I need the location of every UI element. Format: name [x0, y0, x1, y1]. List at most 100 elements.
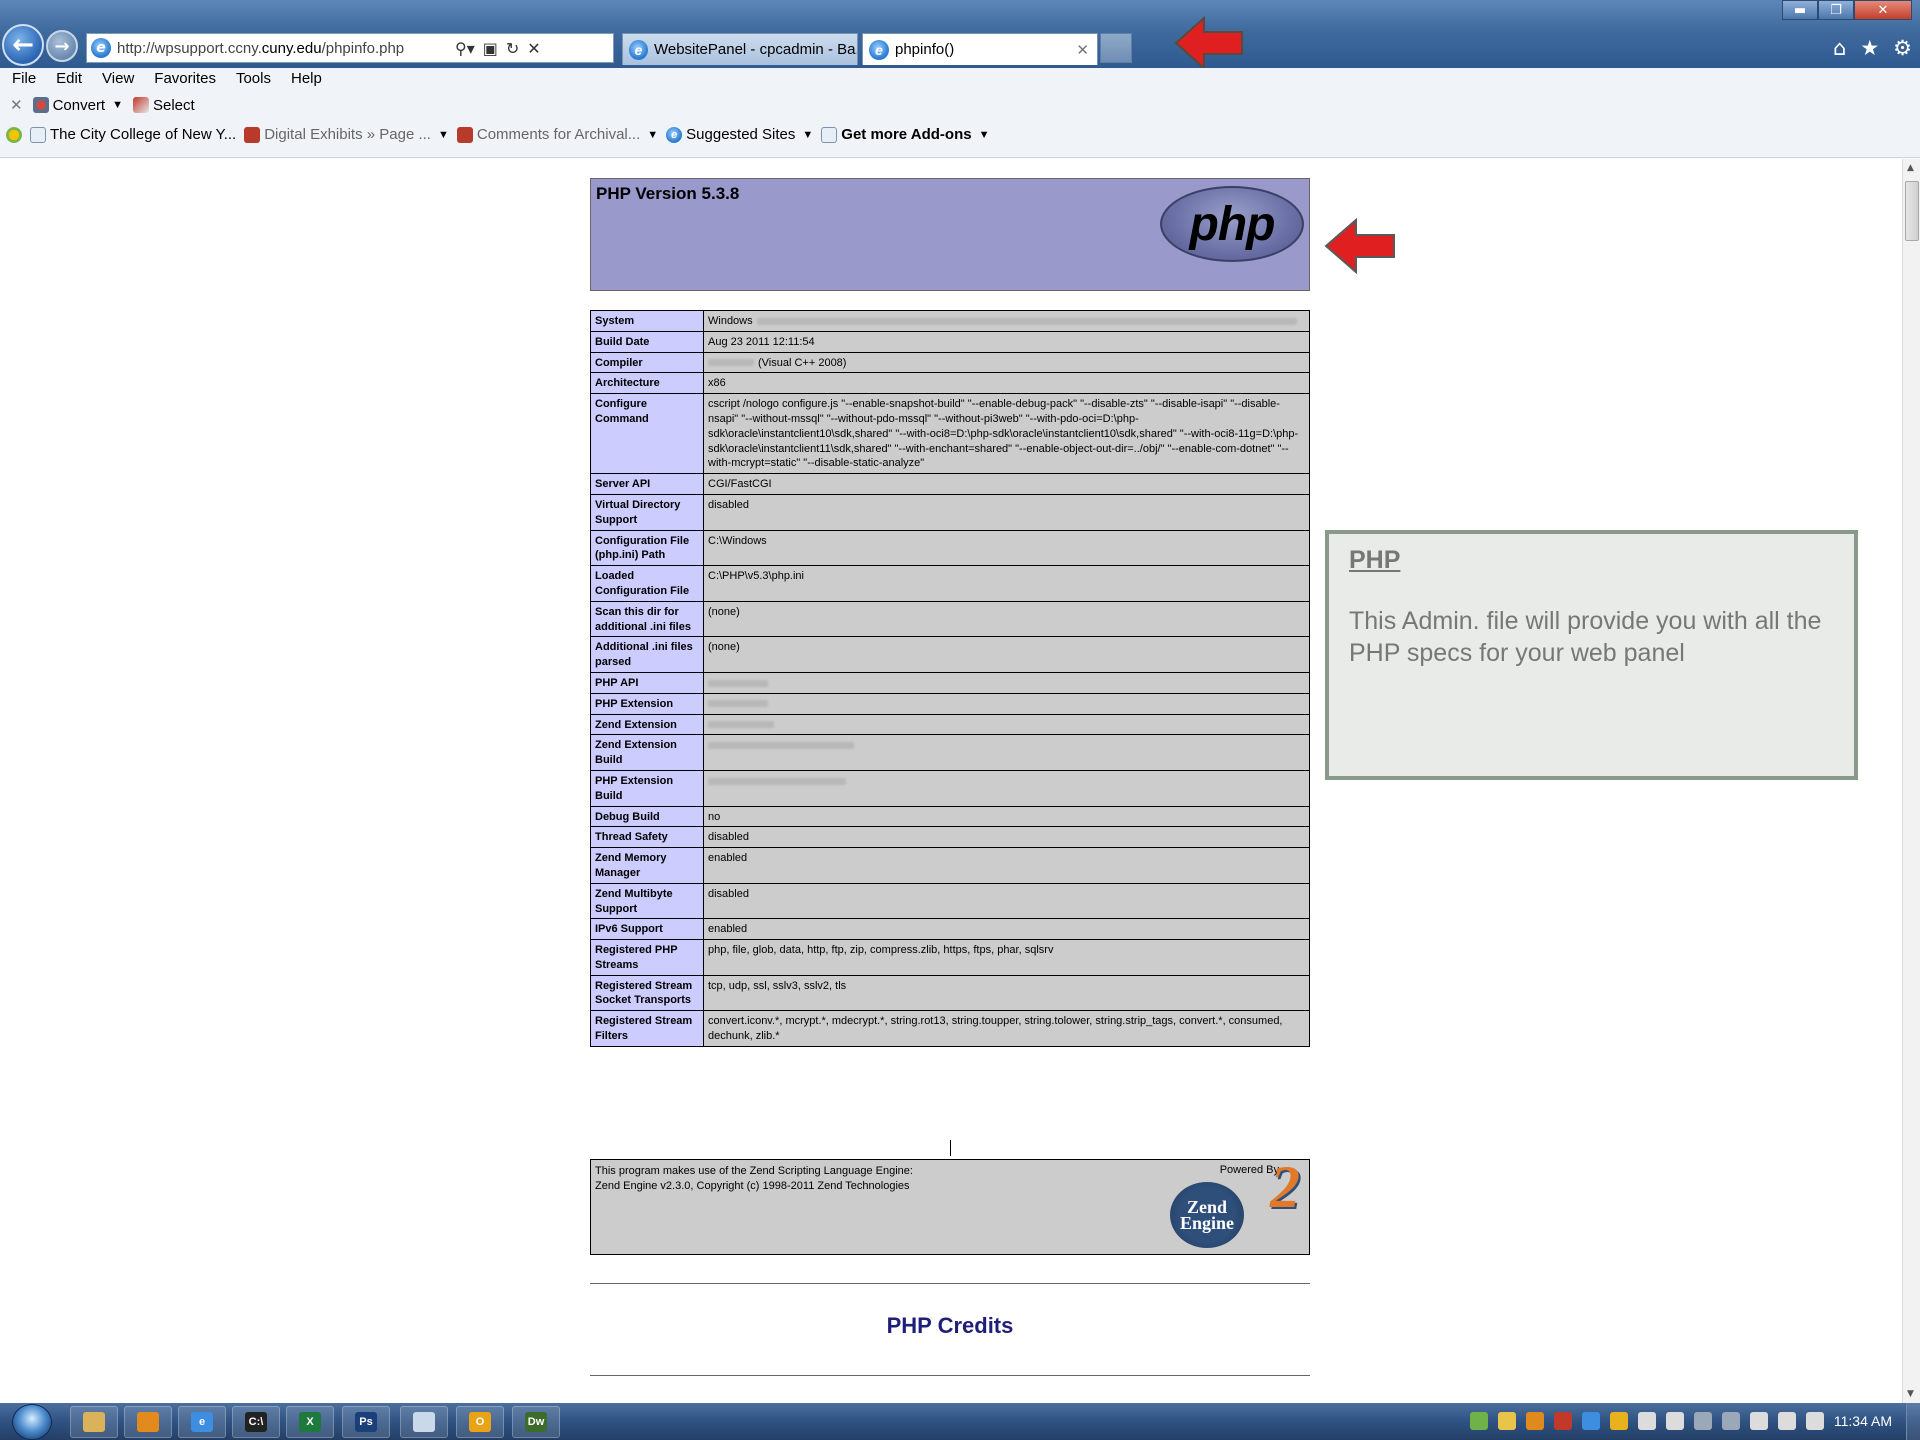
- taskbar-explorer-app[interactable]: [70, 1406, 118, 1438]
- new-tab-button[interactable]: [1100, 33, 1132, 63]
- table-row: Zend Extension Build: [590, 734, 1310, 771]
- divider: [590, 1375, 1310, 1376]
- search-icon[interactable]: [1582, 1412, 1600, 1430]
- speaker-icon[interactable]: [1778, 1412, 1796, 1430]
- convert-button[interactable]: Convert ▼: [32, 97, 123, 114]
- dreamweaver-icon: Dw: [525, 1412, 547, 1432]
- taskbar-excel-app[interactable]: X: [286, 1406, 334, 1438]
- taskbar-media-player-app[interactable]: [124, 1406, 172, 1438]
- row-key: Build Date: [590, 330, 704, 353]
- redacted-text: [708, 359, 754, 367]
- tab-websitepanel[interactable]: e WebsitePanel - cpcadmin - Ba...: [622, 33, 858, 65]
- taskbar-command-prompt-app[interactable]: C:\: [232, 1406, 280, 1438]
- device-icon[interactable]: [1750, 1412, 1768, 1430]
- table-row: Thread Safety disabled: [590, 826, 1310, 849]
- row-value: C:\PHP\v5.3\php.ini: [703, 565, 1310, 602]
- row-key: Registered Stream Socket Transports: [590, 974, 704, 1012]
- favorite-digital-exhibits[interactable]: Digital Exhibits » Page ... ▼: [244, 126, 449, 143]
- php-info-table: System Windows Build Date Aug 23 2011 12:11…: [590, 310, 1310, 1047]
- address-bar[interactable]: e http://wpsupport.ccny.cuny.edu/phpinfo…: [86, 33, 614, 63]
- stop-icon[interactable]: ✕: [527, 39, 540, 58]
- row-value-text: (none): [708, 605, 740, 618]
- scroll-down-icon[interactable]: ▼: [1907, 1389, 1914, 1399]
- taskbar-dreamweaver-app[interactable]: Dw: [512, 1406, 560, 1438]
- table-row: System Windows: [590, 310, 1310, 332]
- row-value-text: cscript /nologo configure.js "--enable-s…: [708, 398, 1299, 470]
- select-button[interactable]: Select: [133, 97, 195, 114]
- php-logo[interactable]: php: [1160, 186, 1304, 262]
- printer-icon[interactable]: [1722, 1412, 1740, 1430]
- taskbar-outlook-app[interactable]: O: [456, 1406, 504, 1438]
- table-row: Zend Extension: [590, 713, 1310, 736]
- menu-favorites[interactable]: Favorites: [154, 70, 216, 90]
- favorite-ccny[interactable]: The City College of New Y...: [30, 126, 236, 143]
- forward-button[interactable]: →: [46, 30, 78, 62]
- compatibility-view-icon[interactable]: ▣: [483, 39, 498, 58]
- row-value: disabled: [703, 882, 1310, 920]
- favorite-get-addons[interactable]: Get more Add-ons ▼: [821, 126, 989, 143]
- back-button[interactable]: ←: [2, 24, 44, 66]
- row-value-text: no: [708, 810, 721, 823]
- menu-edit[interactable]: Edit: [56, 70, 82, 90]
- close-window-button[interactable]: ✕: [1854, 0, 1912, 20]
- row-key: Zend Extension: [590, 713, 704, 736]
- zend-text-line1: This program makes use of the Zend Scrip…: [595, 1165, 913, 1177]
- favorite-label: The City College of New Y...: [50, 126, 237, 143]
- row-value-text: tcp, udp, ssl, sslv3, sslv2, tls: [708, 979, 847, 992]
- table-row: Configuration File (php.ini) Path C:\Wind…: [590, 529, 1310, 567]
- chevron-down-icon[interactable]: ▼: [112, 99, 123, 111]
- display-icon[interactable]: [1694, 1412, 1712, 1430]
- search-icon[interactable]: ⚲▾: [455, 39, 475, 58]
- row-value: Windows: [703, 310, 1310, 332]
- close-toolbar-icon[interactable]: ✕: [10, 96, 23, 114]
- menu-file[interactable]: File: [12, 70, 36, 90]
- favorites-star-add-icon[interactable]: [6, 126, 22, 143]
- menu-view[interactable]: View: [102, 70, 134, 90]
- minimize-button[interactable]: ▬: [1782, 0, 1818, 20]
- network-icon[interactable]: [1470, 1412, 1488, 1430]
- favorite-comments-archival[interactable]: Comments for Archival... ▼: [456, 126, 658, 143]
- mail-icon[interactable]: [1498, 1412, 1516, 1430]
- pdf-icon[interactable]: [1554, 1412, 1572, 1430]
- taskbar-photoshop-app[interactable]: Ps: [342, 1406, 390, 1438]
- restore-button[interactable]: ❐: [1818, 0, 1854, 20]
- close-tab-icon[interactable]: ✕: [1076, 41, 1089, 59]
- office-icon[interactable]: [1526, 1412, 1544, 1430]
- favorites-star-icon[interactable]: ★: [1860, 36, 1879, 60]
- tab-page-icon: e: [869, 39, 889, 60]
- gear-icon[interactable]: ⚙: [1893, 36, 1912, 60]
- menu-tools[interactable]: Tools: [236, 70, 271, 90]
- table-row: Additional .ini files parsed (none): [590, 636, 1310, 673]
- scroll-thumb[interactable]: [1905, 181, 1919, 241]
- lock-icon[interactable]: [1806, 1412, 1824, 1430]
- shield-icon[interactable]: [1610, 1412, 1628, 1430]
- tab-phpinfo[interactable]: e phpinfo() ✕: [862, 33, 1098, 65]
- favorite-suggested-sites[interactable]: e Suggested Sites ▼: [666, 126, 813, 143]
- start-button[interactable]: [12, 1404, 52, 1440]
- chevron-down-icon[interactable]: ▼: [438, 129, 449, 141]
- scroll-up-icon[interactable]: ▲: [1907, 163, 1914, 173]
- chevron-down-icon[interactable]: ▼: [647, 129, 658, 141]
- show-desktop-button[interactable]: [1906, 1403, 1920, 1440]
- media-player-icon: [137, 1412, 159, 1432]
- chevron-down-icon[interactable]: ▼: [802, 129, 813, 141]
- zend-engine-logo[interactable]: Zend Engine 2: [1166, 1157, 1304, 1250]
- taskbar-internet-explorer-app[interactable]: e: [178, 1406, 226, 1438]
- row-value: convert.iconv.*, mcrypt.*, mdecrypt.*, s…: [703, 1010, 1310, 1047]
- row-key: Compiler: [590, 351, 704, 374]
- php-credits-heading[interactable]: PHP Credits: [590, 1313, 1310, 1339]
- refresh-icon[interactable]: ↻: [506, 39, 519, 58]
- flag-icon[interactable]: [1638, 1412, 1656, 1430]
- url-text[interactable]: http://wpsupport.ccny.cuny.edu/phpinfo.p…: [117, 40, 447, 57]
- vertical-scrollbar[interactable]: ▲ ▼: [1902, 159, 1920, 1403]
- chevron-down-icon[interactable]: ▼: [979, 129, 990, 141]
- row-key: System: [590, 310, 704, 332]
- row-value: cscript /nologo configure.js "--enable-s…: [703, 393, 1310, 475]
- clock[interactable]: 11:34 AM: [1834, 1413, 1892, 1429]
- home-icon[interactable]: ⌂: [1833, 36, 1846, 60]
- volume-icon[interactable]: [1666, 1412, 1684, 1430]
- taskbar-notepad-app[interactable]: [400, 1406, 448, 1438]
- menu-help[interactable]: Help: [291, 70, 322, 90]
- tab-label: phpinfo(): [895, 41, 955, 58]
- table-row: Registered Stream Filters convert.iconv.*…: [590, 1010, 1310, 1047]
